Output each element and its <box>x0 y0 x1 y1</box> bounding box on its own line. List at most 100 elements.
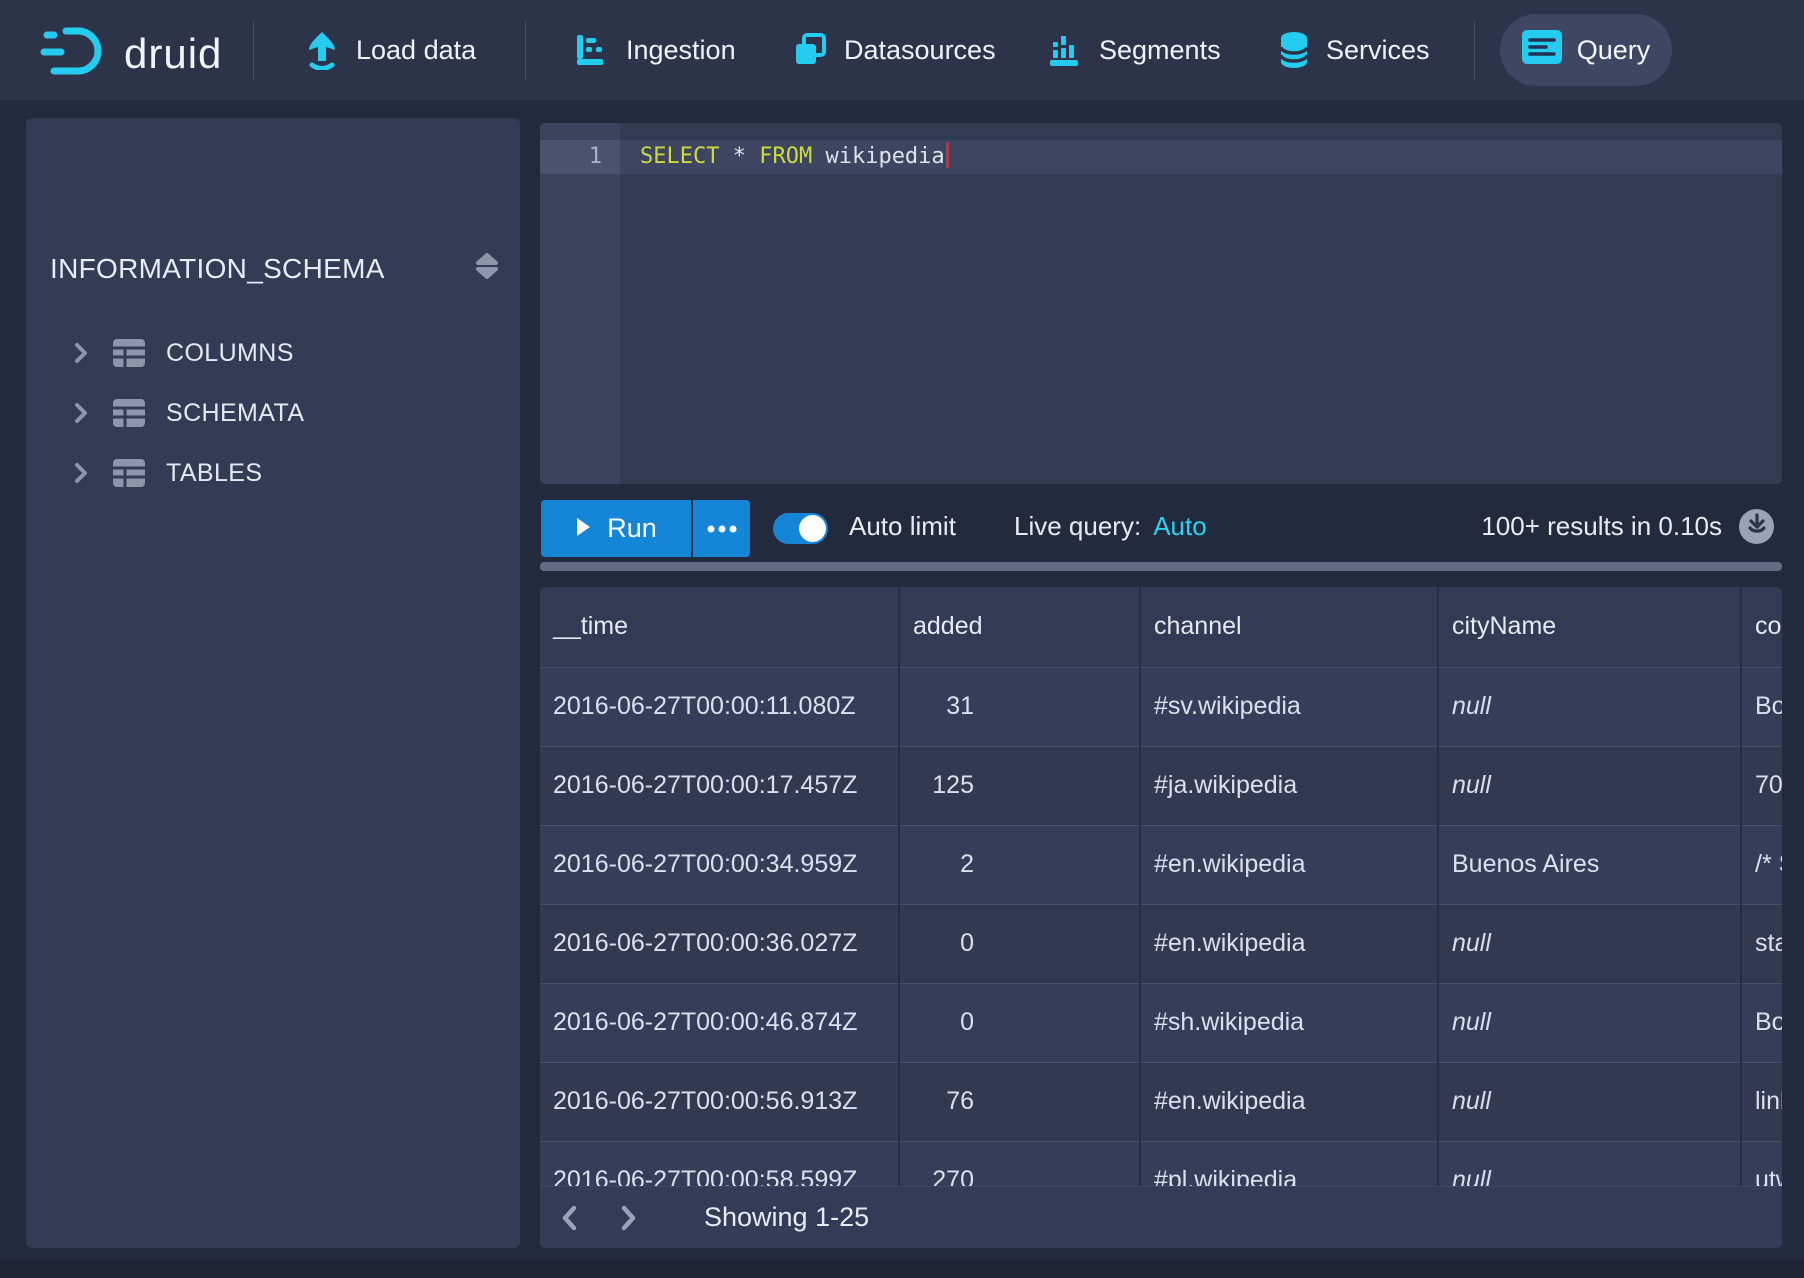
schema-title: INFORMATION_SCHEMA <box>50 253 474 285</box>
table-grid-icon <box>112 458 146 488</box>
nav-divider <box>253 21 254 79</box>
line-number: 1 <box>540 140 602 174</box>
nav-item-label: Query <box>1577 35 1651 66</box>
table-cell[interactable]: /* S <box>1741 825 1782 904</box>
toggle-knob <box>799 515 826 542</box>
schema-sidebar: INFORMATION_SCHEMA <box>26 118 520 1248</box>
column-header-__time[interactable]: __time <box>540 587 899 667</box>
download-results-button[interactable] <box>1739 509 1774 544</box>
sql-table-name: wikipedia <box>812 144 944 169</box>
more-ellipsis-icon <box>707 521 737 536</box>
table-cell[interactable]: 2016-06-27T00:00:17.457Z <box>540 746 899 825</box>
table-cell[interactable]: sta <box>1741 904 1782 983</box>
sql-editor[interactable]: 1 SELECT * FROM wikipedia <box>540 123 1782 484</box>
table-cell[interactable]: Buenos Aires <box>1438 825 1741 904</box>
ingestion-chart-icon <box>574 32 610 68</box>
nav-item-label: Load data <box>356 35 476 66</box>
table-cell[interactable]: Bot <box>1741 667 1782 746</box>
nav-item-ingestion[interactable]: Ingestion <box>574 0 736 100</box>
table-cell[interactable]: 0 <box>899 983 1140 1062</box>
column-header-channel[interactable]: channel <box>1140 587 1438 667</box>
table-cell[interactable]: 2016-06-27T00:00:46.874Z <box>540 983 899 1062</box>
nav-item-datasources[interactable]: Datasources <box>792 0 996 100</box>
nav-item-load-data[interactable]: Load data <box>304 0 476 100</box>
previous-page-button[interactable] <box>548 1187 590 1249</box>
table-cell[interactable]: null <box>1438 983 1741 1062</box>
tree-item-tables[interactable]: TABLES <box>26 443 520 503</box>
text-cursor <box>946 142 949 168</box>
database-icon <box>1278 30 1310 70</box>
table-cell[interactable]: 2016-06-27T00:00:34.959Z <box>540 825 899 904</box>
column-header-added[interactable]: added <box>899 587 1140 667</box>
next-page-button[interactable] <box>608 1187 650 1249</box>
schema-selector[interactable]: INFORMATION_SCHEMA <box>50 252 500 285</box>
run-more-button[interactable] <box>693 500 750 557</box>
table-cell[interactable]: null <box>1438 1062 1741 1141</box>
table-cell[interactable]: 2 <box>899 825 1140 904</box>
table-cell[interactable]: link <box>1741 1062 1782 1141</box>
table-row: 2016-06-27T00:00:17.457Z125#ja.wikipedia… <box>540 746 1782 825</box>
nav-item-label: Segments <box>1099 35 1221 66</box>
nav-item-label: Datasources <box>844 35 996 66</box>
query-toolbar: Run Auto limit Live query: Auto 100+ res… <box>540 495 1782 557</box>
nav-divider <box>1474 21 1475 79</box>
table-cell[interactable]: #en.wikipedia <box>1140 825 1438 904</box>
nav-item-segments[interactable]: Segments <box>1047 0 1221 100</box>
table-grid-icon <box>112 338 146 368</box>
table-cell[interactable]: #ja.wikipedia <box>1140 746 1438 825</box>
tree-item-schemata[interactable]: SCHEMATA <box>26 383 520 443</box>
editor-results-splitter[interactable] <box>540 562 1782 571</box>
top-nav: druid Load data Ingestion <box>0 0 1804 100</box>
table-cell[interactable]: 125 <box>899 746 1140 825</box>
chevron-right-icon[interactable] <box>74 342 90 364</box>
table-cell[interactable]: #sv.wikipedia <box>1140 667 1438 746</box>
table-cell[interactable]: null <box>1438 667 1741 746</box>
tree-item-label: TABLES <box>166 459 262 488</box>
live-query-value[interactable]: Auto <box>1153 511 1207 542</box>
table-cell[interactable]: 2016-06-27T00:00:36.027Z <box>540 904 899 983</box>
table-cell[interactable]: null <box>1438 904 1741 983</box>
sql-keyword: SELECT <box>640 144 719 169</box>
results-table: __timeaddedchannelcityNamecomment 2016-0… <box>540 587 1782 1221</box>
chevron-right-icon[interactable] <box>74 462 90 484</box>
tree-item-label: COLUMNS <box>166 339 294 368</box>
table-cell[interactable]: 0 <box>899 904 1140 983</box>
results-panel: __timeaddedchannelcityNamecomment 2016-0… <box>540 587 1782 1248</box>
sql-code-line[interactable]: SELECT * FROM wikipedia <box>640 140 949 174</box>
nav-item-query-active[interactable]: Query <box>1500 14 1672 86</box>
editor-gutter <box>540 123 620 484</box>
sql-star: * <box>719 144 759 169</box>
table-cell[interactable]: 2016-06-27T00:00:11.080Z <box>540 667 899 746</box>
table-cell[interactable]: 76 <box>899 1062 1140 1141</box>
page-bottom-strip <box>0 1260 1804 1278</box>
nav-item-label: Ingestion <box>626 35 736 66</box>
table-cell[interactable]: #en.wikipedia <box>1140 1062 1438 1141</box>
tree-item-columns[interactable]: COLUMNS <box>26 323 520 383</box>
table-row: 2016-06-27T00:00:56.913Z76#en.wikipedian… <box>540 1062 1782 1141</box>
results-summary: 100+ results in 0.10s <box>1481 495 1722 557</box>
table-cell[interactable]: 31 <box>899 667 1140 746</box>
column-header-cityName[interactable]: cityName <box>1438 587 1741 667</box>
auto-limit-toggle[interactable] <box>773 513 828 544</box>
schema-tree: COLUMNS SCHEMATA <box>26 323 520 503</box>
column-header-comment[interactable]: comment <box>1741 587 1782 667</box>
druid-brand[interactable]: druid <box>40 22 222 85</box>
run-label: Run <box>607 513 657 544</box>
table-cell[interactable]: null <box>1438 746 1741 825</box>
table-cell[interactable]: #en.wikipedia <box>1140 904 1438 983</box>
nav-item-label: Services <box>1326 35 1430 66</box>
play-icon <box>575 513 591 544</box>
table-cell[interactable]: #sh.wikipedia <box>1140 983 1438 1062</box>
run-button[interactable]: Run <box>541 500 691 557</box>
chevron-right-icon[interactable] <box>74 402 90 424</box>
table-cell[interactable]: 2016-06-27T00:00:56.913Z <box>540 1062 899 1141</box>
sort-double-caret-icon[interactable] <box>474 252 500 285</box>
bar-chart-icon <box>1047 32 1083 68</box>
table-row: 2016-06-27T00:00:11.080Z31#sv.wikipedian… <box>540 667 1782 746</box>
nav-item-services[interactable]: Services <box>1278 0 1430 100</box>
table-cell[interactable]: 70: <box>1741 746 1782 825</box>
table-row: 2016-06-27T00:00:46.874Z0#sh.wikipedianu… <box>540 983 1782 1062</box>
live-query-label: Live query: <box>1014 511 1141 542</box>
table-cell[interactable]: Bot <box>1741 983 1782 1062</box>
query-console-icon <box>1522 30 1562 71</box>
